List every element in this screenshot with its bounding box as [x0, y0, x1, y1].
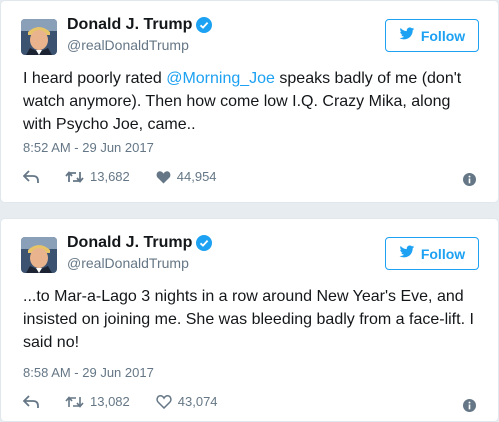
info-icon[interactable] — [463, 173, 476, 186]
tweet-timestamp[interactable]: 8:58 AM - 29 Jun 2017 — [23, 365, 154, 380]
tweet-text-before: ...to Mar-a-Lago 3 nights in a row aroun… — [23, 288, 474, 351]
tweet-card: Donald J. Trump @realDonaldTrump Follow … — [0, 218, 499, 422]
avatar[interactable] — [21, 237, 57, 273]
like-count: 43,074 — [177, 394, 218, 409]
author-name[interactable]: Donald J. Trump — [67, 15, 192, 35]
follow-label: Follow — [420, 27, 466, 44]
tweet-card: Donald J. Trump @realDonaldTrump Follow … — [0, 0, 499, 203]
author-row: Donald J. Trump — [67, 233, 213, 253]
like-button[interactable]: 43,074 — [156, 394, 218, 409]
heart-icon — [156, 394, 172, 409]
tweet-text: I heard poorly rated @Morning_Joe speaks… — [23, 67, 483, 136]
author-name[interactable]: Donald J. Trump — [67, 233, 192, 253]
info-icon[interactable] — [463, 399, 476, 412]
follow-label: Follow — [420, 245, 466, 262]
twitter-bird-icon — [399, 245, 415, 262]
tweet-text-before: I heard poorly rated — [23, 70, 167, 87]
like-button[interactable]: 44,954 — [156, 169, 217, 184]
reply-button[interactable] — [23, 394, 39, 409]
heart-icon — [156, 170, 171, 184]
tweet-actions: 13,682 44,954 — [23, 169, 243, 184]
retweet-count: 13,682 — [90, 169, 130, 184]
like-count: 44,954 — [176, 169, 217, 184]
retweet-button[interactable]: 13,082 — [65, 394, 130, 409]
author-row: Donald J. Trump — [67, 15, 213, 35]
reply-icon — [23, 394, 39, 409]
tweet-actions: 13,082 43,074 — [23, 394, 244, 409]
reply-icon — [23, 169, 39, 184]
reply-button[interactable] — [23, 169, 39, 184]
mention-link[interactable]: @Morning_Joe — [166, 70, 275, 87]
tweet-text: ...to Mar-a-Lago 3 nights in a row aroun… — [23, 285, 483, 354]
retweet-icon — [65, 395, 84, 409]
follow-button[interactable]: Follow — [385, 237, 479, 270]
follow-button[interactable]: Follow — [385, 19, 479, 52]
verified-icon — [196, 235, 213, 251]
author-handle[interactable]: @realDonaldTrump — [67, 37, 189, 53]
retweet-icon — [65, 170, 84, 184]
verified-icon — [196, 17, 213, 33]
tweet-timestamp[interactable]: 8:52 AM - 29 Jun 2017 — [23, 140, 154, 155]
author-handle[interactable]: @realDonaldTrump — [67, 255, 189, 271]
retweet-count: 13,082 — [90, 394, 130, 409]
twitter-bird-icon — [399, 27, 415, 44]
avatar[interactable] — [21, 19, 57, 55]
retweet-button[interactable]: 13,682 — [65, 169, 130, 184]
